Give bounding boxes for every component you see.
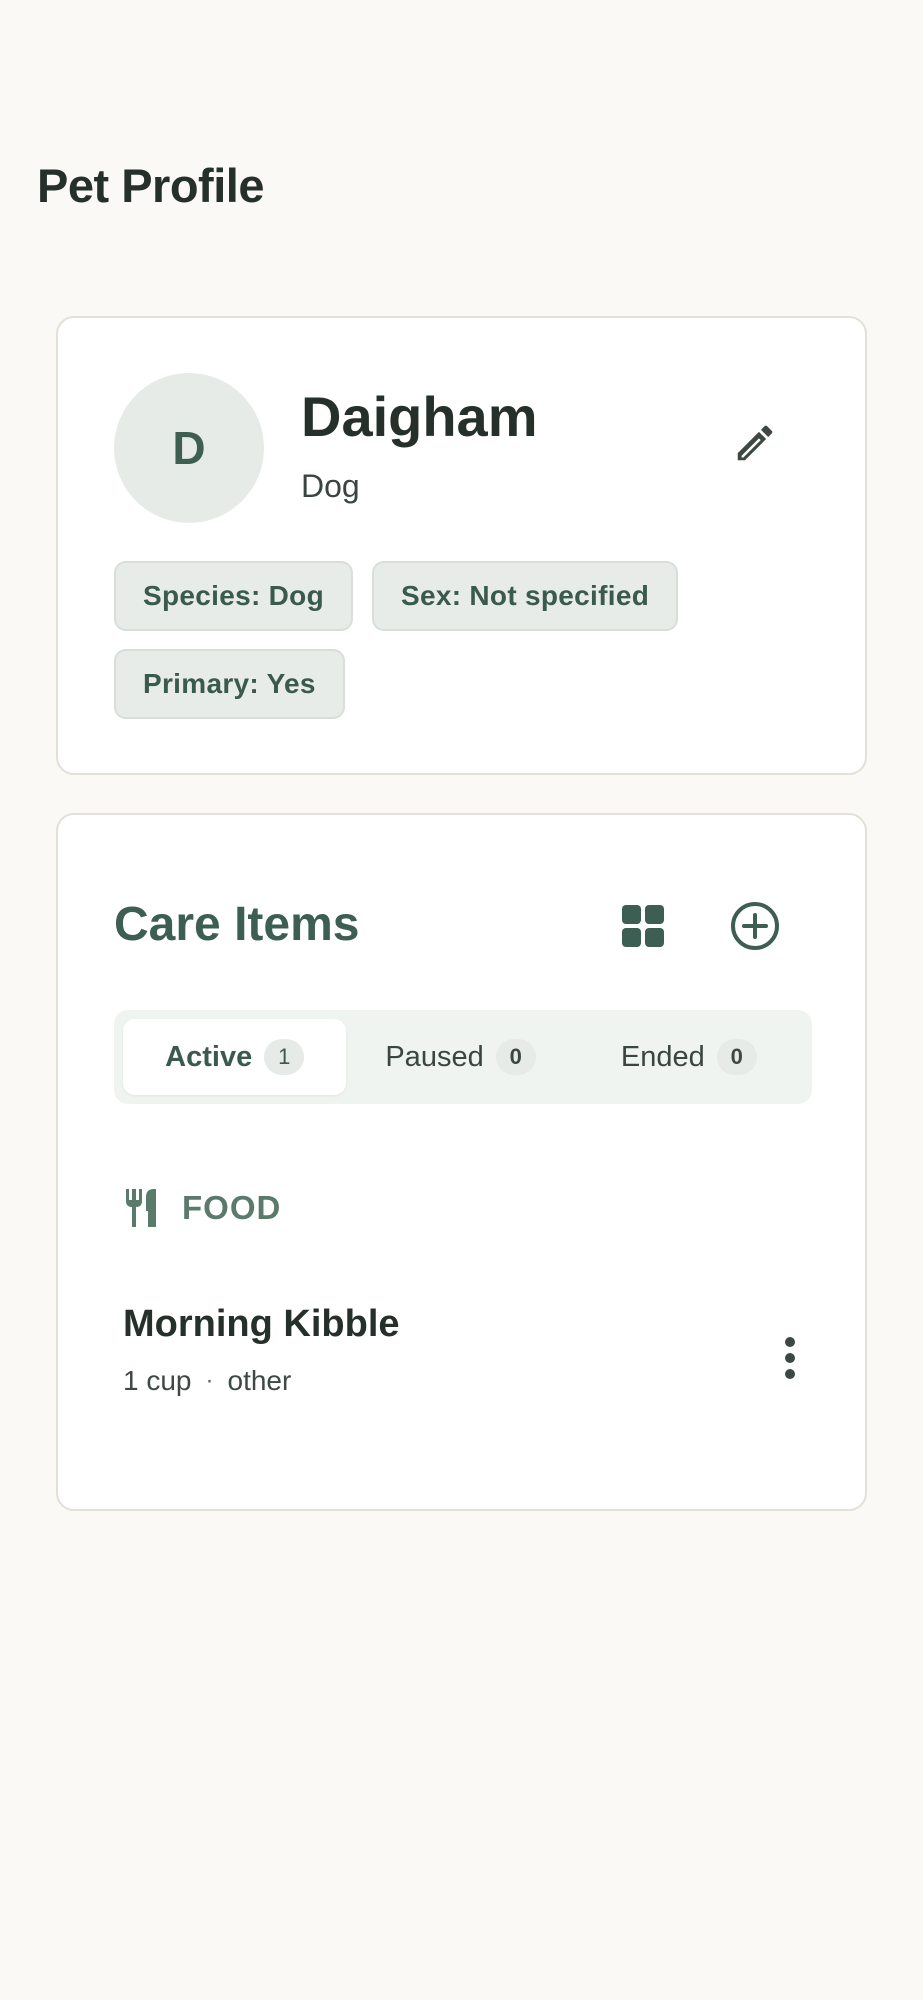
species-chip: Species: Dog <box>114 561 353 631</box>
utensils-icon <box>126 1189 156 1227</box>
section-label: FOOD <box>182 1189 282 1226</box>
sex-chip: Sex: Not specified <box>371 561 679 631</box>
primary-chip: Primary: Yes <box>114 649 345 719</box>
tab-count-badge: 1 <box>264 1039 305 1075</box>
care-items-card: Care Items Active 1 Paused 0 Ended 0 FOO… <box>56 813 867 1511</box>
add-care-item-button[interactable] <box>720 891 790 961</box>
avatar-initial: D <box>172 422 206 474</box>
grid-view-button[interactable] <box>608 891 678 961</box>
pencil-icon <box>737 425 773 461</box>
meta-separator: · <box>205 1367 214 1394</box>
page-title: Pet Profile <box>37 159 264 212</box>
care-item-meta: 1 cup · other <box>123 1365 291 1397</box>
edit-button[interactable] <box>722 410 788 476</box>
add-circle-icon <box>731 902 779 950</box>
tab-paused[interactable]: Paused 0 <box>346 1019 574 1095</box>
care-item-type: other <box>227 1365 292 1396</box>
tab-label: Ended <box>620 1040 705 1073</box>
status-tabs: Active 1 Paused 0 Ended 0 <box>114 1010 812 1104</box>
tab-label: Paused <box>385 1040 484 1073</box>
pet-name: Daigham <box>301 385 538 448</box>
tab-count-badge: 0 <box>716 1039 757 1075</box>
grid-icon <box>622 905 664 947</box>
tab-active[interactable]: Active 1 <box>123 1019 347 1095</box>
food-section-header: FOOD <box>124 1187 281 1229</box>
care-items-title: Care Items <box>114 898 360 951</box>
tab-ended[interactable]: Ended 0 <box>575 1019 803 1095</box>
pet-profile-card: D Daigham Dog Species: Dog Sex: Not spec… <box>56 316 867 775</box>
care-item-name[interactable]: Morning Kibble <box>123 1303 400 1346</box>
pet-species: Dog <box>301 468 360 504</box>
item-more-button[interactable] <box>770 1325 810 1391</box>
care-item-amount: 1 cup <box>123 1365 192 1396</box>
tab-count-badge: 0 <box>495 1039 536 1075</box>
pet-chips: Species: Dog Sex: Not specified Primary:… <box>114 561 814 719</box>
more-vertical-icon <box>785 1337 795 1379</box>
avatar: D <box>114 373 264 523</box>
tab-label: Active <box>165 1040 253 1073</box>
